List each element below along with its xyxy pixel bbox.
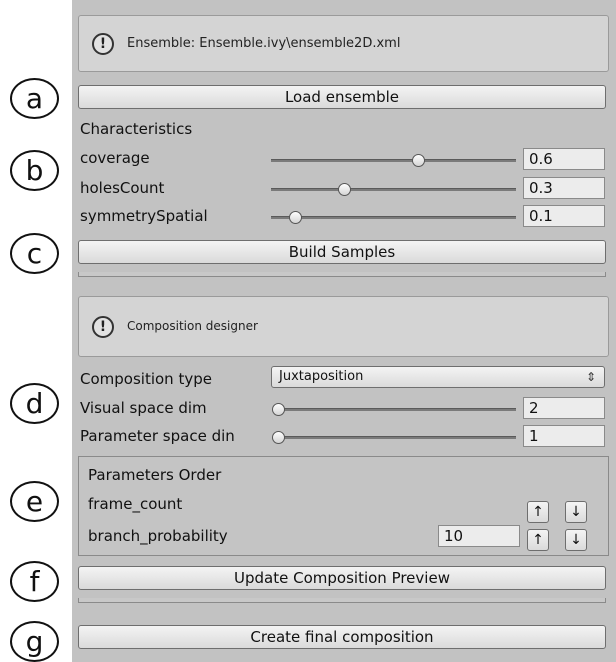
parameter-space-dim-slider-track[interactable] [278,436,516,439]
section-separator [78,272,606,277]
branch-probability-move-down-button[interactable]: ↓ [565,529,587,551]
section-separator [78,598,606,603]
frame-count-move-up-button[interactable]: ↑ [527,501,549,523]
coverage-label: coverage [80,149,150,167]
branch-probability-label: branch_probability [88,527,228,545]
warning-icon: ! [92,33,114,55]
ensemble-help-box: ! Ensemble: Ensemble.ivy\ensemble2D.xml [78,15,609,72]
frame-count-move-down-button[interactable]: ↓ [565,501,587,523]
build-samples-button[interactable]: Build Samples [78,240,606,264]
visual-space-dim-slider-track[interactable] [278,408,516,411]
parameters-order-heading: Parameters Order [88,466,222,484]
parameters-order-box: Parameters Order frame_count ↑ ↓ branch_… [78,456,609,556]
marker-c: c [10,233,59,274]
create-final-composition-button[interactable]: Create final composition [78,625,606,649]
composition-type-value: Juxtaposition [279,369,364,384]
composition-help-box: ! Composition designer [78,296,609,357]
visual-space-dim-field[interactable]: 2 [523,397,605,419]
composition-designer-text: Composition designer [127,319,258,333]
marker-b: b [10,150,59,191]
symmetryspatial-slider-track[interactable] [271,216,516,219]
visual-space-dim-label: Visual space dim [80,399,207,417]
frame-count-label: frame_count [88,495,183,513]
marker-d: d [10,383,59,424]
marker-g: g [10,621,59,662]
marker-e: e [10,481,59,522]
coverage-value-field[interactable]: 0.6 [523,148,605,170]
parameter-space-dim-field[interactable]: 1 [523,425,605,447]
symmetryspatial-label: symmetrySpatial [80,207,208,225]
parameter-space-dim-slider-thumb[interactable] [272,431,285,444]
holescount-value-field[interactable]: 0.3 [523,177,605,199]
dropdown-arrows-icon: ⇕ [585,370,596,384]
update-composition-preview-button[interactable]: Update Composition Preview [78,566,606,590]
ensemble-path-text: Ensemble: Ensemble.ivy\ensemble2D.xml [127,36,401,51]
coverage-slider-track[interactable] [271,159,516,162]
holescount-slider-thumb[interactable] [338,183,351,196]
composition-type-dropdown[interactable]: Juxtaposition ⇕ [271,366,605,388]
holescount-label: holesCount [80,179,165,197]
symmetryspatial-slider-thumb[interactable] [289,211,302,224]
marker-a: a [10,78,59,119]
composition-type-label: Composition type [80,370,212,388]
visual-space-dim-slider-thumb[interactable] [272,403,285,416]
symmetryspatial-value-field[interactable]: 0.1 [523,205,605,227]
holescount-slider-track[interactable] [271,188,516,191]
coverage-slider-thumb[interactable] [411,154,425,167]
marker-f: f [10,561,59,602]
parameter-space-dim-label: Parameter space din [80,427,235,445]
warning-icon: ! [92,316,114,338]
branch-probability-field[interactable]: 10 [438,525,520,547]
characteristics-heading: Characteristics [80,120,193,138]
load-ensemble-button[interactable]: Load ensemble [78,85,606,109]
branch-probability-move-up-button[interactable]: ↑ [527,529,549,551]
